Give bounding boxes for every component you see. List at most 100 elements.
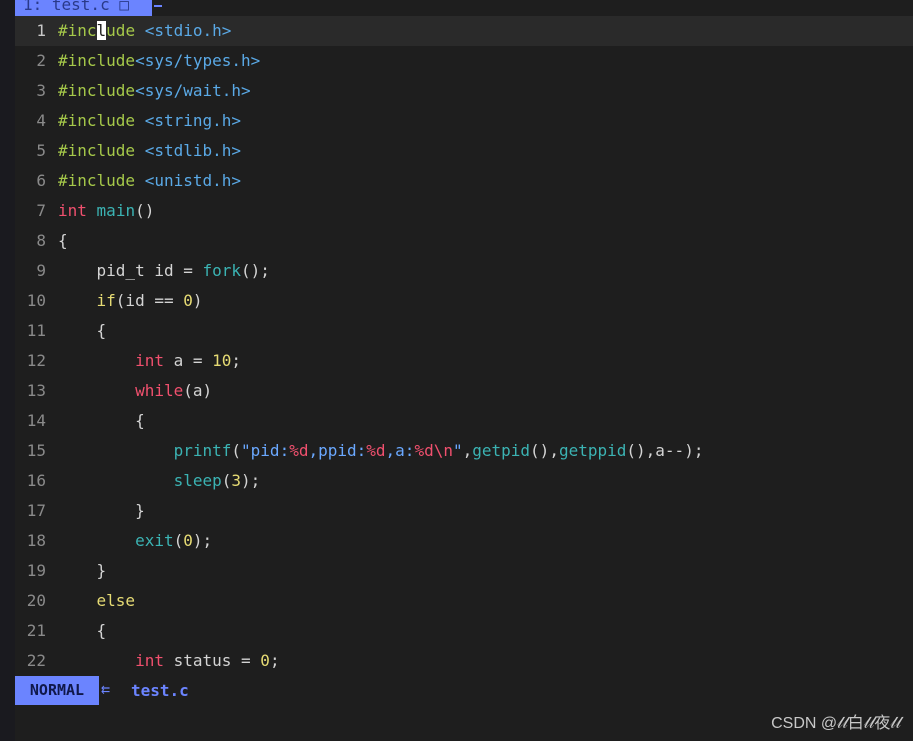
code-token: { xyxy=(58,231,68,250)
code-token: ( xyxy=(221,471,232,490)
code-token: fork xyxy=(202,261,242,280)
line-text: if(id == 0) xyxy=(58,286,203,316)
statusline: NORMAL ⇇ test.c xyxy=(15,676,913,705)
line-number: 2 xyxy=(36,51,46,70)
code-token: <sys/wait.h> xyxy=(135,81,251,100)
code-line[interactable]: 21 { xyxy=(15,616,913,646)
code-token: ,a: xyxy=(385,441,415,460)
line-text: else xyxy=(58,586,136,616)
line-number: 22 xyxy=(26,651,46,670)
tabline: 1: test.c □ xyxy=(15,0,913,16)
code-token: ( xyxy=(231,441,242,460)
text-cursor: l xyxy=(96,21,107,40)
code-token: () xyxy=(135,201,155,220)
code-token: while xyxy=(135,381,184,400)
code-token: 0 xyxy=(183,291,193,310)
code-line[interactable]: 11 { xyxy=(15,316,913,346)
code-line[interactable]: 15 printf("pid:%d,ppid:%d,a:%d\n",getpid… xyxy=(15,436,913,466)
code-token: } xyxy=(58,501,145,520)
line-number: 9 xyxy=(36,261,46,280)
code-token: #include xyxy=(58,51,136,70)
code-line[interactable]: 17 } xyxy=(15,496,913,526)
code-token: pid_t id = xyxy=(58,261,203,280)
code-line[interactable]: 13 while(a) xyxy=(15,376,913,406)
code-token: ( xyxy=(173,531,184,550)
code-token: <unistd.h> xyxy=(144,171,242,190)
code-line[interactable]: 22 int status = 0; xyxy=(15,646,913,676)
code-token: a = xyxy=(163,351,213,370)
code-token: %d xyxy=(289,441,309,460)
line-number: 6 xyxy=(36,171,46,190)
code-editor[interactable]: 1 #include <stdio.h> 2 #include<sys/types.h… xyxy=(15,16,913,676)
line-text: pid_t id = fork(); xyxy=(58,256,270,286)
code-token: 3 xyxy=(231,471,242,490)
code-token: { xyxy=(58,411,145,430)
code-token: main xyxy=(96,201,136,220)
code-line[interactable]: 19 } xyxy=(15,556,913,586)
line-text: { xyxy=(58,316,107,346)
code-token: 0 xyxy=(260,651,270,670)
code-line[interactable]: 20 else xyxy=(15,586,913,616)
line-number: 11 xyxy=(26,321,46,340)
code-token: sleep xyxy=(173,471,222,490)
code-line[interactable]: 4 #include <string.h> xyxy=(15,106,913,136)
code-token: ude xyxy=(106,21,136,40)
code-line[interactable]: 16 sleep(3); xyxy=(15,466,913,496)
code-line[interactable]: 8{ xyxy=(15,226,913,256)
mode-indicator: NORMAL xyxy=(15,676,99,705)
code-token: 10 xyxy=(212,351,232,370)
line-number: 19 xyxy=(26,561,46,580)
line-number: 16 xyxy=(26,471,46,490)
statusline-filename: test.c xyxy=(131,681,189,700)
code-token: ); xyxy=(192,531,213,550)
left-gutter-strip xyxy=(0,0,15,741)
code-token: " xyxy=(452,441,463,460)
code-line[interactable]: 9 pid_t id = fork(); xyxy=(15,256,913,286)
code-token: printf xyxy=(173,441,232,460)
code-token: ) xyxy=(192,291,203,310)
line-number: 5 xyxy=(36,141,46,160)
code-token: %d\n xyxy=(414,441,453,460)
code-line[interactable]: 2 #include<sys/types.h> xyxy=(15,46,913,76)
code-line[interactable]: 7 int main() xyxy=(15,196,913,226)
tabline-separator xyxy=(154,5,162,7)
line-number: 1 xyxy=(36,21,46,40)
line-number: 12 xyxy=(26,351,46,370)
code-token: (), xyxy=(530,441,559,460)
line-number: 10 xyxy=(26,291,46,310)
code-token: ; xyxy=(269,651,280,670)
code-line[interactable]: 18 exit(0); xyxy=(15,526,913,556)
line-number: 20 xyxy=(26,591,46,610)
line-number: 7 xyxy=(36,201,46,220)
code-line[interactable]: 14 { xyxy=(15,406,913,436)
line-number: 13 xyxy=(26,381,46,400)
code-line[interactable]: 5 #include <stdlib.h> xyxy=(15,136,913,166)
code-line[interactable]: 1 #include <stdio.h> xyxy=(15,16,913,46)
code-line[interactable]: 10 if(id == 0) xyxy=(15,286,913,316)
line-text: printf("pid:%d,ppid:%d,a:%d\n",getpid(),… xyxy=(58,436,704,466)
code-token: #include xyxy=(58,171,136,190)
code-token: exit xyxy=(135,531,174,550)
code-token: ); xyxy=(241,471,261,490)
tab-test-c[interactable]: 1: test.c □ xyxy=(15,0,152,16)
code-token: <stdio.h> xyxy=(144,21,232,40)
line-number: 14 xyxy=(26,411,46,430)
csdn-watermark: CSDN @𝓁𝓁白𝓁𝓁夜𝓁𝓁 xyxy=(771,715,901,732)
line-text: #include <unistd.h> xyxy=(58,166,241,196)
code-line[interactable]: 3 #include<sys/wait.h> xyxy=(15,76,913,106)
line-text: sleep(3); xyxy=(58,466,261,496)
code-line[interactable]: 12 int a = 10; xyxy=(15,346,913,376)
code-line[interactable]: 6 #include <unistd.h> xyxy=(15,166,913,196)
code-token: <sys/types.h> xyxy=(135,51,261,70)
